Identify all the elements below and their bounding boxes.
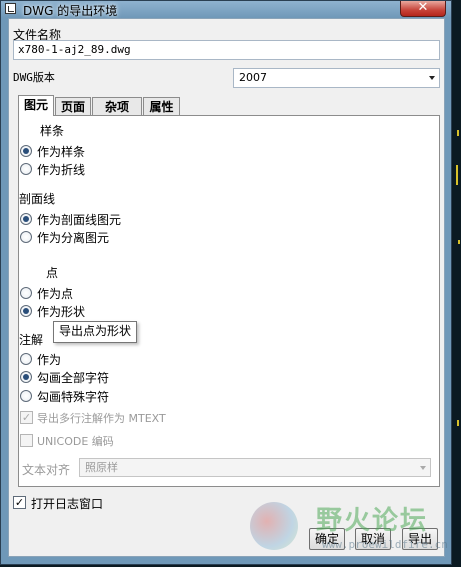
background-strip — [452, 0, 461, 567]
text-align-value: 照原样 — [85, 461, 118, 474]
annotation-outline-all-label[interactable]: 勾画全部字符 — [37, 369, 109, 386]
dwg-version-value: 2007 — [239, 71, 267, 84]
annotation-outline-all-radio[interactable] — [20, 371, 32, 383]
point-as-point-label[interactable]: 作为点 — [37, 285, 73, 302]
dialog-window: DWG 的导出环境 ✕ 文件名称 x780-1-aj2_89.dwg DWG版本… — [0, 0, 452, 565]
tab-misc[interactable]: 杂项 — [92, 97, 142, 116]
spline-as-spline-radio[interactable] — [20, 145, 32, 157]
text-align-label: 文本对齐 — [22, 463, 71, 477]
close-button[interactable]: ✕ — [400, 1, 446, 17]
text-align-select[interactable]: 照原样 — [79, 458, 431, 477]
ok-button[interactable]: 确定 — [309, 528, 345, 550]
open-log-checkbox[interactable]: ✓ — [13, 496, 26, 509]
annotation-outline-special-radio[interactable] — [20, 390, 32, 402]
chevron-down-icon — [420, 466, 426, 470]
annotation-as-radio[interactable] — [20, 353, 32, 365]
point-as-point-radio[interactable] — [20, 287, 32, 299]
hatch-heading: 剖面线 — [19, 192, 56, 206]
point-as-shape-radio[interactable] — [20, 305, 32, 317]
hatch-as-separate-label[interactable]: 作为分离图元 — [37, 229, 109, 246]
tab-page[interactable]: 页面 — [55, 97, 91, 116]
spline-heading: 样条 — [40, 124, 65, 138]
file-name-input[interactable]: x780-1-aj2_89.dwg — [13, 40, 440, 60]
tooltip: 导出点为形状 — [53, 321, 138, 343]
spline-as-polyline-radio[interactable] — [20, 163, 32, 175]
background-mark — [457, 130, 459, 136]
annotation-outline-special-label[interactable]: 勾画特殊字符 — [37, 388, 109, 405]
background-mark — [458, 240, 460, 244]
export-button[interactable]: 导出 — [402, 528, 438, 550]
annotation-heading: 注解 — [19, 333, 44, 347]
background-mark — [457, 420, 459, 426]
point-as-shape-label[interactable]: 作为形状 — [37, 303, 85, 320]
background-mark — [456, 165, 458, 185]
open-log-label[interactable]: 打开日志窗口 — [31, 495, 103, 512]
point-heading: 点 — [46, 266, 59, 280]
hatch-as-entity-radio[interactable] — [20, 213, 32, 225]
hatch-as-separate-radio[interactable] — [20, 231, 32, 243]
annotation-as-label[interactable]: 作为 — [37, 351, 61, 368]
mtext-checkbox[interactable]: ✓ — [20, 411, 33, 424]
spline-as-polyline-label[interactable]: 作为折线 — [37, 161, 85, 178]
dwg-version-label: DWG版本 — [13, 71, 55, 84]
chevron-down-icon — [429, 76, 435, 80]
dialog-body: 文件名称 x780-1-aj2_89.dwg DWG版本 2007 图元 页面 … — [8, 18, 445, 557]
window-title: DWG 的导出环境 — [23, 4, 118, 18]
tab-entities[interactable]: 图元 — [18, 95, 54, 116]
dwg-version-select[interactable]: 2007 — [233, 68, 440, 88]
spline-as-spline-label[interactable]: 作为样条 — [37, 143, 85, 160]
unicode-checkbox[interactable] — [20, 434, 33, 447]
tab-properties[interactable]: 属性 — [143, 97, 180, 116]
title-bar[interactable]: DWG 的导出环境 ✕ — [1, 1, 451, 18]
hatch-as-entity-label[interactable]: 作为剖面线图元 — [37, 211, 121, 228]
app-icon — [5, 3, 16, 14]
mtext-label: 导出多行注解作为 MTEXT — [37, 412, 166, 425]
unicode-label: UNICODE 编码 — [37, 435, 114, 448]
cancel-button[interactable]: 取消 — [355, 528, 391, 550]
